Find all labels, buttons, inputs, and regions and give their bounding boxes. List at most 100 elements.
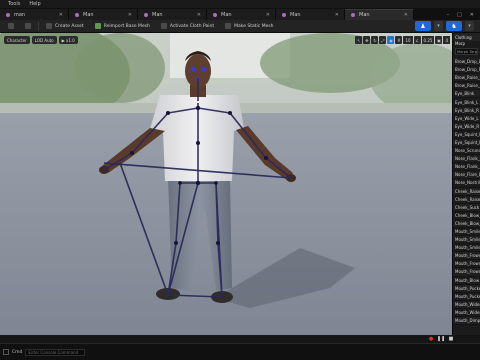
morph-target-item[interactable]: Mouth_Smile_L <box>453 236 480 245</box>
tab-asset[interactable]: Man ✕ <box>276 9 345 20</box>
morph-target-item[interactable]: Cheek_Raise_R <box>453 196 480 204</box>
morph-target-item[interactable]: Cheek_Blow_R <box>453 219 480 228</box>
close-icon[interactable]: ✕ <box>197 12 201 18</box>
lod-button[interactable]: LOD Auto <box>31 36 57 44</box>
morph-target-item[interactable]: Mouth_Widen <box>453 300 480 309</box>
save-button[interactable] <box>4 22 18 31</box>
tab-asset[interactable]: Man ✕ <box>69 9 138 20</box>
tab-asset-active[interactable]: Man ✕ <box>345 9 414 20</box>
make-static-label: Make Static Mesh <box>234 23 274 29</box>
minimize-icon[interactable]: – <box>447 12 450 18</box>
viewport[interactable]: Character LOD Auto ▶ x1.0 ↖ ✥ ↻ ⤢ ◉ # 10… <box>0 33 452 335</box>
tab-asset[interactable]: man ✕ <box>0 9 69 20</box>
content-drawer-icon[interactable] <box>3 349 9 355</box>
morph-target-item[interactable]: Eye_Wide_L <box>453 115 480 123</box>
plus-icon <box>46 23 52 29</box>
morph-target-item[interactable]: Cheek_Blow_L <box>453 212 480 220</box>
morph-target-item[interactable]: Cheek_Raise_L <box>453 187 480 196</box>
morph-target-item[interactable]: Mouth_Blow <box>453 277 480 285</box>
cloth-paint-button[interactable]: Activate Cloth Paint <box>157 22 218 31</box>
reimport-icon <box>94 23 101 29</box>
morph-target-item[interactable]: Eye_Squint_L <box>453 131 480 139</box>
morph-target-item[interactable]: Eye_Squint_R <box>453 138 480 148</box>
tab-asset[interactable]: Man ✕ <box>138 9 207 20</box>
close-icon[interactable]: ✕ <box>266 12 270 18</box>
morph-target-item[interactable]: Nose_Flare_L <box>453 171 480 180</box>
morph-target-item[interactable]: Eye_Blink_R <box>453 106 480 115</box>
close-icon[interactable]: ✕ <box>59 12 63 18</box>
morph-target-item[interactable]: Mouth_Widen_L <box>453 309 480 317</box>
morph-target-item[interactable]: Mouth_Smile_R <box>453 244 480 253</box>
create-asset-button[interactable]: Create Asset <box>42 22 88 31</box>
morph-target-item[interactable]: Nose_Nostrils <box>453 179 480 188</box>
panel-title[interactable]: Clothing <box>453 33 480 41</box>
menu-tools[interactable]: Tools <box>8 1 20 7</box>
viewport-settings: ↖ ✥ ↻ ⤢ ◉ # 10 ∠ 0.25 ▣ 4 <box>355 36 450 44</box>
asset-icon <box>351 13 355 17</box>
morph-target-item[interactable]: Eye_Wide_R <box>453 122 480 131</box>
record-icon[interactable]: ● <box>428 336 434 342</box>
mode-switcher: ♟ ▾ ♞ ▾ <box>415 21 480 31</box>
close-window-icon[interactable]: ✕ <box>470 12 474 18</box>
menu-help[interactable]: Help <box>29 1 40 7</box>
scale-snap-value[interactable]: 0.25 <box>421 36 435 44</box>
morph-target-item[interactable]: Nose_Flank_L <box>453 155 480 164</box>
morph-target-item[interactable]: Nose_Flank_R <box>453 163 480 172</box>
stop-icon[interactable]: ■ <box>448 336 454 342</box>
morph-target-item[interactable]: Brow_Raise_I <box>453 74 480 83</box>
rotate-icon[interactable]: ↻ <box>371 36 379 44</box>
tab-bar: man ✕ Man ✕ Man ✕ Man ✕ Man ✕ Man ✕ – □ ✕ <box>0 8 480 20</box>
mesh-icon <box>225 23 232 29</box>
skeleton-mode-icon[interactable]: ♟ <box>415 21 431 31</box>
move-icon[interactable]: ✥ <box>363 36 371 44</box>
morph-target-item[interactable]: Brow_Drop_R <box>453 66 480 75</box>
grid-snap-value[interactable]: 10 <box>403 36 413 44</box>
viewport-toolbar: Character LOD Auto ▶ x1.0 <box>4 36 78 44</box>
morph-target-item[interactable]: Mouth_Smile <box>453 228 480 237</box>
playback-speed-value: x1.0 <box>65 37 75 43</box>
make-static-button[interactable]: Make Static Mesh <box>221 22 277 31</box>
morph-target-item[interactable]: Eye_Blink_L <box>453 98 480 107</box>
morph-target-item[interactable]: Mouth_Frown_R <box>453 268 480 277</box>
asset-icon <box>75 12 79 17</box>
more-icon[interactable]: ▾ <box>465 21 474 31</box>
world-icon[interactable]: ◉ <box>387 36 395 44</box>
camera-icon[interactable]: ▣ <box>435 36 443 44</box>
cmd-label[interactable]: Cmd <box>12 350 22 355</box>
camera-speed-value[interactable]: 4 <box>443 36 450 44</box>
select-icon[interactable]: ↖ <box>355 36 363 44</box>
panel-subtitle: Morp <box>455 41 466 46</box>
close-icon[interactable]: ✕ <box>404 12 408 18</box>
save-icon <box>8 23 14 29</box>
scale-icon[interactable]: ⤢ <box>379 36 387 44</box>
morph-target-item[interactable]: Mouth_Pucker_L <box>453 293 480 301</box>
close-icon[interactable]: ✕ <box>335 12 339 18</box>
character-button[interactable]: Character <box>4 36 30 44</box>
console-command-input[interactable]: Enter Console Command <box>25 348 86 356</box>
morph-search-input[interactable]: Morph Targets <box>455 48 478 55</box>
morph-target-item[interactable]: Eye_Blink <box>453 90 480 99</box>
maximize-icon[interactable]: □ <box>457 12 462 18</box>
animation-mode-icon[interactable]: ♞ <box>446 21 462 31</box>
browse-button[interactable] <box>21 22 35 31</box>
close-icon[interactable]: ✕ <box>128 12 132 18</box>
playback-speed-button[interactable]: ▶ x1.0 <box>58 36 78 44</box>
morph-target-item[interactable]: Nose_Scrunch <box>453 147 480 156</box>
tab-asset[interactable]: Man ✕ <box>207 9 276 20</box>
morph-target-item[interactable]: Mouth_Frown <box>453 252 480 261</box>
morph-target-item[interactable]: Brow_Raise_O <box>453 82 480 91</box>
asset-icon <box>213 12 217 17</box>
snap-icon[interactable]: # <box>395 36 403 44</box>
asset-icon <box>282 12 286 17</box>
morph-target-item[interactable]: Mouth_Frown_L <box>453 260 480 269</box>
window-controls: – □ ✕ <box>447 9 480 20</box>
pause-icon[interactable]: ❚❚ <box>437 336 445 342</box>
morph-target-item[interactable]: Mouth_Pucker <box>453 284 480 293</box>
tab-label: Man <box>83 11 94 18</box>
morph-target-item[interactable]: Mouth_Dimple <box>453 317 480 326</box>
mesh-mode-icon[interactable]: ▾ <box>434 21 443 31</box>
morph-target-item[interactable]: Cheek_Suck <box>453 203 480 212</box>
morph-target-item[interactable]: Brow_Drop_L <box>453 58 480 67</box>
reimport-button[interactable]: Reimport Base Mesh <box>91 22 154 31</box>
angle-icon[interactable]: ∠ <box>413 36 421 44</box>
